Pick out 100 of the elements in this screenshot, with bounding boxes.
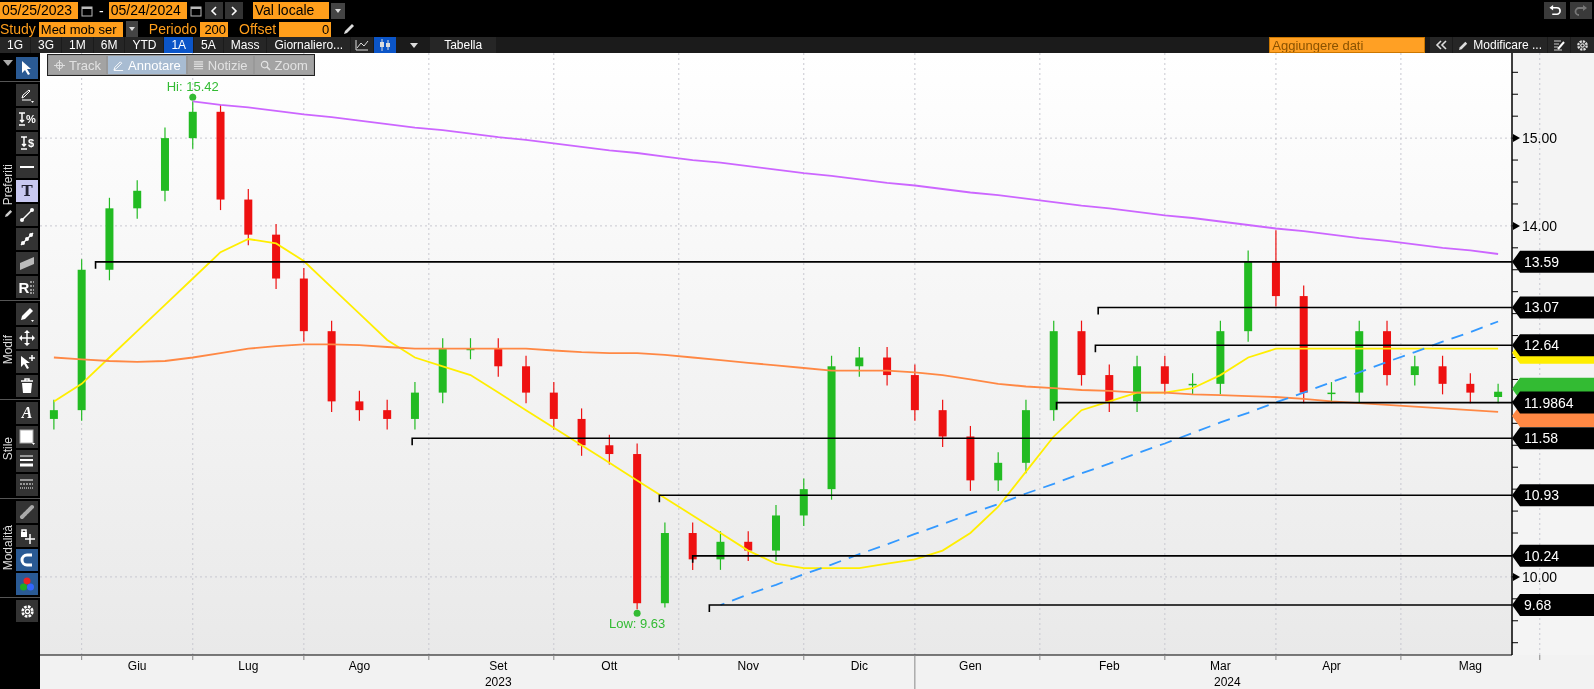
frequency-dropdown[interactable]: Giornaliero... xyxy=(267,37,351,53)
level-line[interactable] xyxy=(411,437,1513,447)
settings-icon xyxy=(19,603,35,619)
caret-icon[interactable] xyxy=(330,2,345,19)
r-tool[interactable]: R xyxy=(16,276,38,298)
level-line[interactable] xyxy=(1055,401,1513,411)
trash-tool[interactable] xyxy=(16,375,38,397)
seg-tool[interactable] xyxy=(16,204,38,226)
axis-label: 10.00 xyxy=(1522,568,1558,585)
calendar-icon[interactable] xyxy=(189,4,202,17)
study-label: Study xyxy=(0,21,36,37)
level-line[interactable] xyxy=(1094,344,1513,354)
edit-note-button[interactable] xyxy=(1548,37,1570,53)
date-separator: - xyxy=(98,2,105,19)
caret-icon[interactable] xyxy=(409,41,420,49)
pencil-tool[interactable] xyxy=(16,303,38,325)
month-label: Apr xyxy=(1322,659,1341,673)
candlestick-chart-button[interactable] xyxy=(374,37,397,53)
dollar-tool[interactable]: $ xyxy=(16,132,38,154)
move-tool[interactable] xyxy=(16,327,38,349)
start-date-field[interactable]: 05/25/2023 xyxy=(0,2,78,19)
period-tab[interactable]: 1M xyxy=(62,37,93,53)
month-label: Dic xyxy=(850,659,868,673)
calendar-icon[interactable] xyxy=(81,4,93,17)
list-icon xyxy=(192,59,204,71)
select-tool[interactable] xyxy=(16,57,38,79)
period-tab[interactable]: YTD xyxy=(125,37,164,53)
level-line[interactable] xyxy=(658,494,1513,504)
seg3-tool[interactable] xyxy=(16,228,38,250)
line-chart-button[interactable] xyxy=(351,37,374,53)
font-tool[interactable]: A xyxy=(16,402,38,424)
candlestick xyxy=(1077,320,1086,387)
dotted-line-icon xyxy=(19,231,35,247)
dots-tool[interactable] xyxy=(16,573,38,595)
month-label: Ago xyxy=(348,659,371,673)
weights-tool[interactable] xyxy=(16,450,38,472)
lock-tool[interactable] xyxy=(16,525,38,547)
price-tag: 11.58 xyxy=(1512,427,1594,450)
redo-icon xyxy=(1574,4,1588,17)
pen-icon xyxy=(113,59,125,71)
text-tool[interactable]: T xyxy=(16,180,38,202)
period-tab[interactable]: 3G xyxy=(31,37,62,53)
dashes-icon xyxy=(29,280,36,294)
horizontal-line-icon xyxy=(19,165,35,169)
settings-button[interactable] xyxy=(1571,37,1594,53)
hline-tool[interactable] xyxy=(16,156,38,178)
channel-tool[interactable] xyxy=(16,252,38,274)
period-tab[interactable]: 1G xyxy=(0,37,30,53)
edit-button[interactable]: Modificare ... xyxy=(1453,37,1547,53)
lock-crosshair-icon xyxy=(19,528,35,544)
undo-button[interactable] xyxy=(1544,2,1566,19)
period-tab[interactable]: 6M xyxy=(93,37,125,53)
period-tab[interactable]: 1A xyxy=(164,37,194,53)
candlestick xyxy=(744,530,753,562)
offset-field[interactable]: 0 xyxy=(279,21,332,37)
year-label: 2023 xyxy=(484,675,512,689)
pct-tool[interactable]: % xyxy=(16,108,38,130)
collapse-button[interactable] xyxy=(1430,37,1453,53)
add-data-field[interactable]: Aggiungere dati xyxy=(1269,37,1426,53)
crosshair-icon xyxy=(54,59,65,71)
level-line[interactable] xyxy=(691,555,1513,564)
period-tab[interactable]: Mass xyxy=(223,37,267,53)
month-label: Ott xyxy=(601,659,618,673)
arrowplus-tool[interactable] xyxy=(16,351,38,373)
pen-tool[interactable] xyxy=(16,84,38,106)
candlestick xyxy=(244,188,253,246)
dashes-tool[interactable] xyxy=(16,474,38,496)
magnet-tool[interactable] xyxy=(16,549,38,571)
axis-label: 14.00 xyxy=(1522,217,1558,234)
magnet-icon xyxy=(19,552,35,568)
parallelogram-icon xyxy=(19,255,35,271)
link-tool[interactable] xyxy=(16,501,38,523)
level-line[interactable] xyxy=(708,604,1513,613)
candlestick xyxy=(966,425,975,492)
candlestick xyxy=(855,346,864,378)
cursor-plus-icon xyxy=(19,354,35,370)
square-tool[interactable] xyxy=(16,426,38,448)
candlestick xyxy=(188,100,197,150)
candlestick xyxy=(272,223,281,290)
previous-button[interactable] xyxy=(204,2,223,19)
percent-level-icon xyxy=(18,111,27,127)
ref-line-label: 13.59 xyxy=(1524,253,1560,270)
settings-tool[interactable] xyxy=(16,600,38,622)
period-tab[interactable]: 5A xyxy=(194,37,223,53)
currency-dropdown[interactable]: Val locale xyxy=(252,2,329,19)
month-label: Lug xyxy=(238,659,259,673)
level-line[interactable] xyxy=(94,261,1513,270)
study-dropdown[interactable]: Med mob ser xyxy=(38,21,123,37)
period-field[interactable]: 200 xyxy=(200,21,229,37)
color-dots-icon xyxy=(19,576,35,592)
level-line[interactable] xyxy=(1097,306,1513,316)
month-label: Mar xyxy=(1210,659,1231,673)
month-label: Nov xyxy=(737,659,759,673)
next-button[interactable] xyxy=(224,2,243,19)
end-date-field[interactable]: 05/24/2024 xyxy=(108,2,187,19)
table-button[interactable]: Tabella xyxy=(430,37,497,53)
year-label: 2024 xyxy=(1213,675,1241,689)
collapse-caret-icon[interactable] xyxy=(2,59,14,67)
caret-icon[interactable] xyxy=(125,21,138,37)
candlestick xyxy=(799,478,808,527)
